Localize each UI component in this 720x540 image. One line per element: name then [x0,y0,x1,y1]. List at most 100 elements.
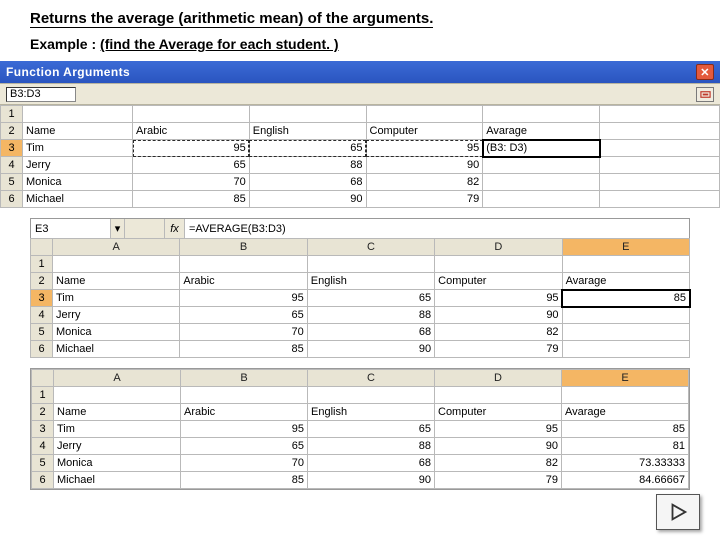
next-slide-button[interactable] [656,494,700,530]
row-header[interactable]: 3 [32,421,54,438]
cell[interactable]: 82 [435,455,562,472]
cell[interactable]: 95 [181,421,308,438]
name-box[interactable]: E3 [31,219,111,238]
row-header[interactable]: 2 [1,123,23,140]
cell[interactable]: 84.66667 [562,472,689,489]
cell[interactable] [562,307,689,324]
cell[interactable]: Avarage [483,123,600,140]
cell[interactable]: Tim [54,421,181,438]
cell[interactable]: 70 [133,174,250,191]
cell[interactable]: 90 [249,191,366,208]
cell[interactable]: Jerry [54,438,181,455]
column-header-C[interactable]: C [307,239,434,256]
cell[interactable] [483,106,600,123]
column-header-E[interactable]: E [562,239,689,256]
cell[interactable] [308,387,435,404]
row-header[interactable]: 4 [1,157,23,174]
row-header[interactable]: 1 [31,256,53,273]
cell[interactable] [181,387,308,404]
cell[interactable]: 70 [181,455,308,472]
cell[interactable] [483,174,600,191]
cell[interactable]: 65 [180,307,307,324]
spreadsheet-2[interactable]: ABCDE 12NameArabicEnglishComputerAvarage… [30,238,690,358]
column-header-B[interactable]: B [180,239,307,256]
cell[interactable]: Name [54,404,181,421]
cell[interactable] [54,387,181,404]
cell[interactable]: 68 [308,455,435,472]
cell[interactable]: Name [53,273,180,290]
cell[interactable]: Michael [54,472,181,489]
cell[interactable]: 90 [435,438,562,455]
row-header[interactable]: 1 [32,387,54,404]
row-header[interactable]: 5 [32,455,54,472]
column-header-D[interactable]: D [435,370,562,387]
cell[interactable]: Jerry [53,307,180,324]
cell[interactable]: Monica [23,174,133,191]
cell[interactable] [435,256,562,273]
select-all-corner[interactable] [31,239,53,256]
cell[interactable] [435,387,562,404]
column-header-C[interactable]: C [308,370,435,387]
cell[interactable]: Michael [23,191,133,208]
cell[interactable]: 81 [562,438,689,455]
row-header[interactable]: 2 [32,404,54,421]
cell[interactable]: Computer [435,404,562,421]
cell[interactable]: Jerry [23,157,133,174]
cell[interactable]: 90 [435,307,562,324]
cell[interactable]: Monica [54,455,181,472]
cell[interactable]: 88 [307,307,434,324]
cell[interactable]: 68 [249,174,366,191]
cell[interactable]: 85 [562,421,689,438]
cell[interactable] [366,106,483,123]
cell[interactable]: Arabic [180,273,307,290]
close-icon[interactable]: ✕ [696,64,714,80]
cell[interactable]: Michael [53,341,180,358]
row-header[interactable]: 3 [31,290,53,307]
cell[interactable]: 70 [180,324,307,341]
cell[interactable]: 95 [435,421,562,438]
cell[interactable]: 65 [307,290,434,307]
cell[interactable]: Tim [23,140,133,157]
cell[interactable]: 85 [562,290,689,307]
cell[interactable]: 95 [366,140,483,157]
column-header-E[interactable]: E [562,370,689,387]
row-header[interactable]: 2 [31,273,53,290]
row-header[interactable]: 4 [32,438,54,455]
cell[interactable] [180,256,307,273]
row-header[interactable]: 5 [1,174,23,191]
cell[interactable]: 65 [249,140,366,157]
cell[interactable] [562,256,689,273]
cell[interactable]: 95 [180,290,307,307]
cell[interactable]: 85 [181,472,308,489]
cell[interactable]: Tim [53,290,180,307]
cell[interactable]: Arabic [181,404,308,421]
row-header[interactable]: 6 [31,341,53,358]
cell[interactable]: 90 [307,341,434,358]
cell[interactable] [562,341,689,358]
collapse-dialog-icon[interactable] [696,87,714,102]
cell[interactable] [483,191,600,208]
cell[interactable] [483,157,600,174]
cell[interactable] [133,106,250,123]
column-header-A[interactable]: A [54,370,181,387]
cell[interactable]: Monica [53,324,180,341]
cell[interactable]: 82 [366,174,483,191]
cell[interactable]: Avarage [562,404,689,421]
cell[interactable]: (B3: D3) [483,140,600,157]
function-arguments-input[interactable] [6,87,76,102]
cell[interactable]: 88 [308,438,435,455]
cell[interactable] [249,106,366,123]
cell[interactable] [307,256,434,273]
cell[interactable]: English [307,273,434,290]
cell[interactable]: English [308,404,435,421]
cell[interactable]: 73.33333 [562,455,689,472]
insert-function-icon[interactable]: fx [165,219,185,238]
cell[interactable]: 95 [435,290,562,307]
cell[interactable]: Computer [435,273,562,290]
formula-input[interactable]: =AVERAGE(B3:D3) [185,219,689,238]
cell[interactable]: 79 [366,191,483,208]
cell[interactable]: Arabic [133,123,250,140]
cell[interactable]: 88 [249,157,366,174]
cell[interactable]: English [249,123,366,140]
column-header-B[interactable]: B [181,370,308,387]
